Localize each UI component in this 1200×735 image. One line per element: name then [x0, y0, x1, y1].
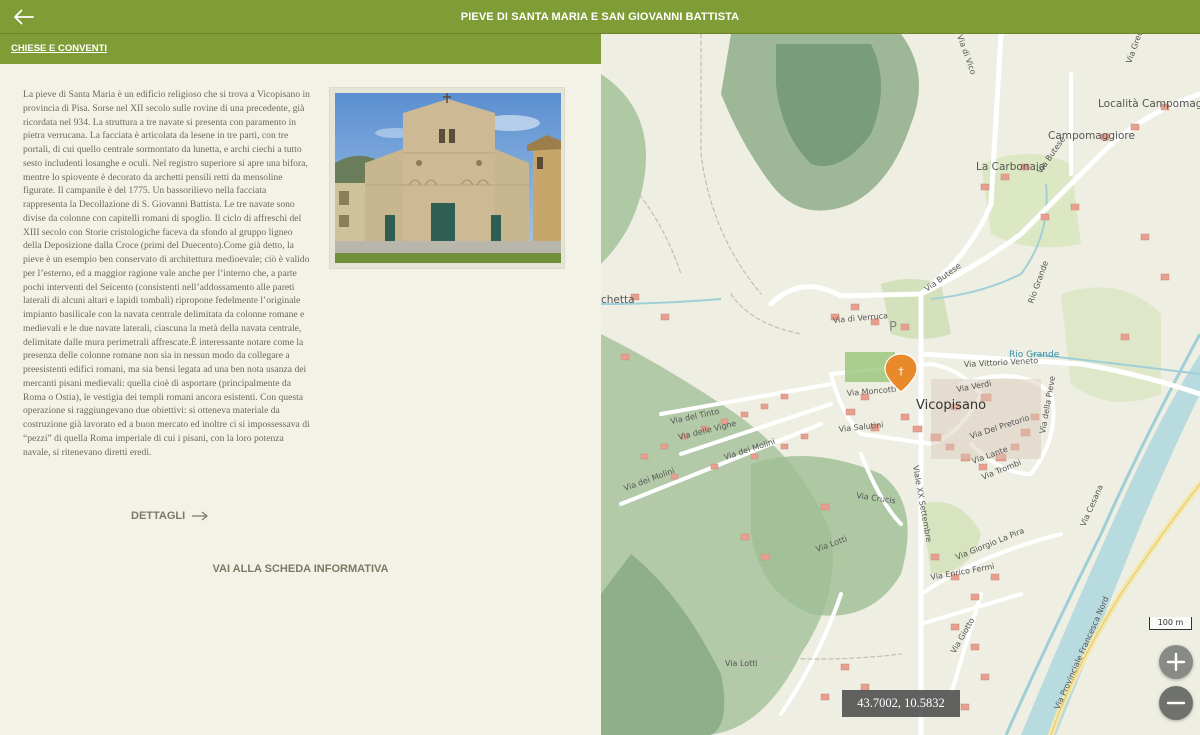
arrow-right-icon [192, 511, 209, 521]
photo-frame [329, 87, 565, 269]
page-title: PIEVE DI SANTA MARIA E SAN GIOVANNI BATT… [460, 11, 740, 23]
category-bar: CHIESE E CONVENTI [0, 34, 601, 64]
map-canvas[interactable]: Vicopisano La Carbonaia Campomaggiore Lo… [601, 34, 1200, 735]
church-photo[interactable] [335, 93, 561, 263]
street-via-lotti-2: Via Lotti [725, 659, 758, 668]
zoom-in-button[interactable] [1159, 645, 1193, 679]
info-sheet-link[interactable]: VAI ALLA SCHEDA INFORMATIVA [0, 563, 601, 575]
label-carbonaia: La Carbonaia [976, 161, 1045, 173]
coordinates-readout: 43.7002, 10.5832 [842, 690, 960, 717]
zoom-out-button[interactable] [1159, 686, 1193, 720]
map-view[interactable]: Vicopisano La Carbonaia Campomaggiore Lo… [601, 34, 1200, 735]
map-scale: 100 m [1149, 617, 1192, 630]
label-chetta: chetta [601, 294, 635, 306]
description-text: La pieve di Santa Maria è un edificio re… [23, 89, 310, 458]
label-vicopisano: Vicopisano [916, 398, 986, 413]
label-parking: P [889, 320, 897, 335]
plus-icon [1166, 652, 1186, 672]
minus-icon [1166, 701, 1186, 705]
details-label: DETTAGLI [131, 510, 186, 522]
details-link[interactable]: DETTAGLI [131, 510, 209, 522]
top-app-bar: PIEVE DI SANTA MARIA E SAN GIOVANNI BATT… [0, 0, 1200, 34]
detail-panel: CHIESE E CONVENTI La pieve di Santa Mari… [0, 34, 601, 735]
label-localita: Località Campomaggiore [1098, 98, 1200, 110]
category-link[interactable]: CHIESE E CONVENTI [11, 34, 107, 64]
svg-text:†: † [898, 365, 904, 378]
